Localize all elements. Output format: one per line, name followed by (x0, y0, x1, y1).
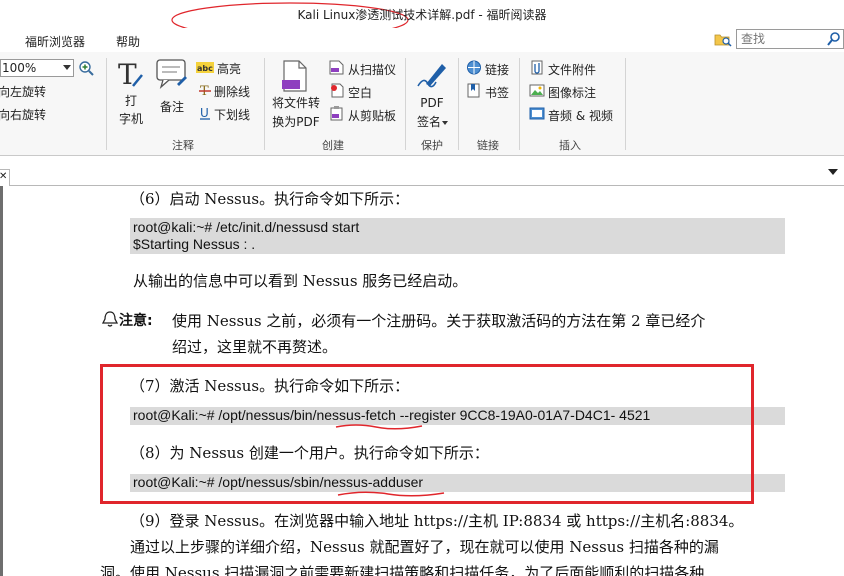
step-6-text: （6）启动 Nessus。执行命令如下所示： (130, 190, 410, 208)
svg-text:U: U (200, 106, 209, 120)
pdf-sign-button[interactable]: PDF 签名 (412, 58, 452, 134)
red-rectangle-annotation (100, 364, 754, 504)
group-label-create: 创建 (322, 139, 344, 152)
ribbon-toolbar: 100% 向左旋转 向右旋转 T 打 字机 备注 abc 高亮 删除线 U 下划… (0, 52, 844, 156)
menu-help[interactable]: 帮助 (116, 33, 140, 50)
group-label-protect: 保护 (421, 139, 443, 152)
bookmark-button[interactable]: 书签 (466, 83, 509, 101)
from-scanner-button[interactable]: 从扫描仪 (329, 60, 396, 78)
highlight-button[interactable]: abc 高亮 (196, 60, 241, 77)
blank-label: 空白 (348, 85, 373, 100)
typewriter-button[interactable]: T 打 字机 (114, 58, 148, 128)
zoom-select[interactable]: 100% (0, 59, 74, 77)
bell-icon (101, 310, 119, 331)
convert-label-2: 换为PDF (272, 115, 320, 129)
note-icon (155, 58, 189, 93)
step-9-text: （9）登录 Nessus。在浏览器中输入地址 https://主机 IP:883… (130, 512, 744, 530)
svg-text:abc: abc (197, 64, 213, 73)
summary-line-2: 洞。使用 Nessus 扫描漏洞之前需要新建扫描策略和扫描任务，为了后面能顺利的… (100, 564, 705, 576)
rotate-right-label: 向右旋转 (0, 108, 47, 122)
image-icon (529, 83, 545, 101)
chevron-down-icon[interactable] (63, 65, 71, 70)
rotate-left-label: 向左旋转 (0, 85, 47, 99)
bookmark-label: 书签 (485, 85, 510, 100)
from-scanner-label: 从扫描仪 (348, 62, 397, 77)
bookmark-icon (466, 83, 482, 101)
ribbon-separator (106, 58, 107, 150)
typewriter-label-2: 字机 (118, 112, 143, 126)
blank-page-icon (329, 83, 345, 101)
image-annotation-button[interactable]: 图像标注 (529, 83, 596, 101)
typewriter-icon: T (116, 58, 146, 93)
ribbon-separator (519, 58, 520, 150)
folder-search-icon[interactable] (714, 31, 732, 50)
highlight-icon: abc (196, 61, 214, 77)
close-icon[interactable]: ✕ (0, 171, 7, 182)
group-label-insert: 插入 (559, 139, 581, 152)
pdf-sign-label-1: PDF (420, 96, 444, 110)
summary-line-1: 通过以上步骤的详细介绍，Nessus 就配置好了，现在就可以使用 Nessus … (130, 538, 719, 556)
zoom-value: 100% (2, 61, 37, 75)
from-clipboard-button[interactable]: 从剪贴板 (329, 106, 396, 124)
title-bar: Kali Linux渗透测试技术详解.pdf - 福昕阅读器 (0, 0, 844, 38)
document-tab[interactable]: ✕ (0, 169, 10, 187)
document-view[interactable]: （6）启动 Nessus。执行命令如下所示： root@kali:~# /etc… (0, 186, 844, 576)
strikeout-label: 删除线 (214, 85, 251, 99)
window-title: Kali Linux渗透测试技术详解.pdf - 福昕阅读器 (297, 8, 547, 22)
paperclip-icon (529, 60, 545, 78)
chevron-down-icon[interactable] (828, 169, 838, 175)
audio-video-button[interactable]: 音频 & 视频 (529, 106, 613, 124)
ribbon-separator (458, 58, 459, 150)
note-label: 备注 (159, 100, 184, 114)
from-clipboard-label: 从剪贴板 (348, 108, 397, 123)
film-icon (529, 106, 545, 124)
code-line: root@kali:~# /etc/init.d/nessusd start (133, 219, 360, 235)
scanner-icon (329, 60, 345, 78)
convert-label-1: 将文件转 (271, 96, 320, 110)
strikeout-button[interactable]: T 删除线 (199, 83, 250, 100)
ribbon-separator (405, 58, 406, 150)
strikeout-icon: T (199, 83, 211, 100)
chevron-down-icon[interactable] (442, 121, 448, 125)
search-icon[interactable] (827, 31, 841, 50)
started-text: 从输出的信息中可以看到 Nessus 服务已经启动。 (133, 272, 468, 290)
code-line: $Starting Nessus : . (133, 236, 256, 252)
link-button[interactable]: 链接 (466, 60, 509, 78)
zoom-in-icon[interactable] (78, 60, 94, 79)
pdf-create-icon (282, 60, 308, 95)
clipboard-icon (329, 106, 345, 124)
underline-icon: U (199, 106, 211, 123)
group-label-links: 链接 (477, 139, 499, 152)
search-input[interactable] (741, 32, 825, 46)
underline-button[interactable]: U 下划线 (199, 106, 250, 123)
image-annotation-label: 图像标注 (548, 85, 597, 100)
note-text-line-2: 绍过，这里就不再赘述。 (172, 338, 338, 356)
typewriter-label-1: 打 (124, 94, 137, 108)
search-box[interactable] (736, 29, 844, 49)
highlight-label: 高亮 (217, 62, 242, 76)
note-text-line-1: 使用 Nessus 之前，必须有一个注册码。关于获取激活码的方法在第 2 章已经… (172, 312, 706, 330)
document-tab-strip: ✕ (0, 156, 844, 187)
ribbon-separator (625, 58, 626, 150)
rotate-right-button[interactable]: 向右旋转 (0, 106, 46, 123)
menu-foxit-browser[interactable]: 福昕浏览器 (25, 33, 85, 50)
pdf-sign-label-2: 签名 (416, 115, 441, 129)
convert-to-pdf-button[interactable]: 将文件转 换为PDF (270, 58, 322, 130)
rotate-left-button[interactable]: 向左旋转 (0, 83, 46, 100)
file-attachment-button[interactable]: 文件附件 (529, 60, 596, 78)
audio-video-label: 音频 & 视频 (548, 108, 613, 123)
link-label: 链接 (485, 62, 510, 77)
code-block-start: root@kali:~# /etc/init.d/nessusd start $… (130, 218, 785, 254)
note-label: 注意: (119, 313, 153, 329)
signature-pen-icon (416, 58, 448, 93)
page-edge (0, 186, 3, 576)
blank-button[interactable]: 空白 (329, 83, 372, 101)
ribbon-separator (264, 58, 265, 150)
group-label-annotate: 注释 (172, 139, 194, 152)
link-icon (466, 60, 482, 78)
underline-label: 下划线 (214, 108, 251, 122)
file-attachment-label: 文件附件 (548, 62, 597, 77)
note-button[interactable]: 备注 (155, 58, 189, 118)
